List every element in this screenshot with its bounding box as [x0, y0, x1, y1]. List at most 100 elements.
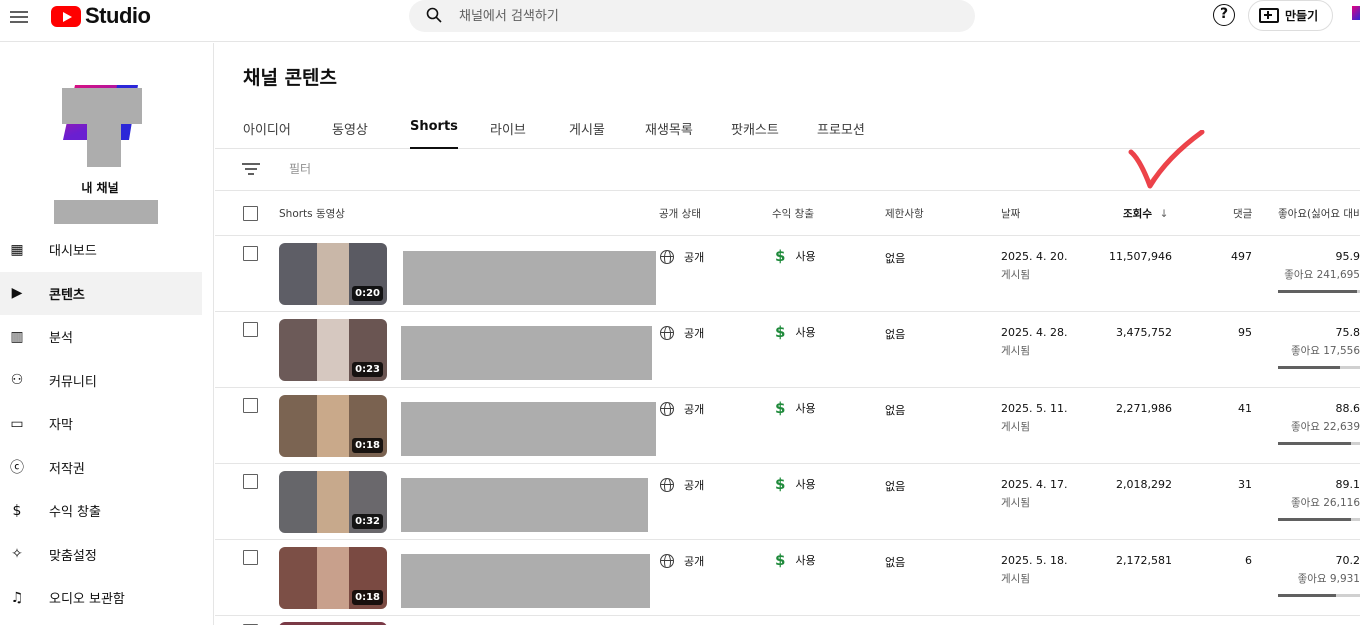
table-row[interactable]: 0:23 공개 $ 사용 없음 2025. 4. 28. 게시됨 3,475,752 95 75.…	[215, 312, 1360, 388]
studio-logo[interactable]: Studio	[51, 3, 151, 29]
filter-icon[interactable]	[242, 163, 260, 177]
account-avatar[interactable]	[1352, 6, 1360, 20]
search-icon[interactable]	[426, 7, 442, 23]
tab[interactable]: Shorts	[410, 119, 458, 149]
table-row[interactable]: 0:20 공개 $ 사용 없음 2025. 4. 20. 게시됨 11,507,946 497 9…	[215, 236, 1360, 312]
video-title-redacted[interactable]	[401, 478, 648, 532]
menu-icon[interactable]	[10, 8, 28, 24]
date-label: 2025. 4. 20.	[1001, 250, 1068, 263]
table-row[interactable]: 0:18 공개 $ 사용 없음 2025. 5. 11. 게시됨 2,271,986 41 88.…	[215, 388, 1360, 464]
restrictions-label: 없음	[885, 252, 906, 265]
create-button[interactable]: 만들기	[1248, 0, 1333, 31]
column-header-monetization[interactable]: 수익 창출	[772, 206, 814, 221]
table-row[interactable]	[215, 616, 1360, 625]
views-count: 2,271,986	[1116, 402, 1172, 415]
column-header-video[interactable]: Shorts 동영상	[279, 206, 345, 221]
date-label: 2025. 5. 11.	[1001, 402, 1068, 415]
column-header-visibility[interactable]: 공개 상태	[659, 206, 701, 221]
sidebar-nav: ▦ 대시보드 ▶ 콘텐츠 ▥ 분석 ⚇ 커뮤니티 ▭ 자막 ⓒ 저작권 $ 수익 창출 ✧ 맞춤설정 ♫ 오디오 …	[0, 228, 214, 620]
video-thumbnail[interactable]: 0:18	[279, 395, 387, 457]
video-thumbnail[interactable]: 0:18	[279, 547, 387, 609]
monetization-label: 사용	[795, 554, 816, 567]
video-title-redacted[interactable]	[401, 326, 652, 380]
monetization-cell[interactable]: $ 사용	[775, 247, 816, 265]
comments-count[interactable]: 31	[1215, 478, 1252, 491]
dollar-icon: $	[775, 399, 786, 417]
search-box[interactable]	[409, 0, 975, 32]
comments-count[interactable]: 497	[1215, 250, 1252, 263]
visibility-cell[interactable]: 공개	[660, 477, 704, 493]
row-checkbox[interactable]	[243, 550, 258, 565]
sort-desc-icon: ↓	[1159, 208, 1169, 220]
visibility-label: 공개	[684, 251, 705, 264]
comments-count[interactable]: 6	[1215, 554, 1252, 567]
monetization-cell[interactable]: $ 사용	[775, 323, 816, 341]
date-label: 2025. 5. 18.	[1001, 554, 1068, 567]
copyright-icon: ⓒ	[10, 460, 24, 477]
comments-count[interactable]: 41	[1215, 402, 1252, 415]
sidebar-item[interactable]: ✧ 맞춤설정	[0, 533, 202, 577]
globe-icon	[660, 554, 674, 568]
sidebar-item[interactable]: ♫ 오디오 보관함	[0, 576, 202, 620]
duration-badge: 0:18	[352, 438, 383, 453]
date-label: 2025. 4. 28.	[1001, 326, 1068, 339]
sidebar-item-label: 분석	[49, 331, 73, 347]
monetization-cell[interactable]: $ 사용	[775, 399, 816, 417]
sidebar-item[interactable]: ▭ 자막	[0, 402, 202, 446]
column-header-comments[interactable]: 댓글	[1233, 206, 1252, 221]
row-checkbox[interactable]	[243, 398, 258, 413]
row-checkbox[interactable]	[243, 322, 258, 337]
sidebar-item[interactable]: ▥ 분석	[0, 315, 202, 359]
select-all-checkbox[interactable]	[243, 206, 258, 221]
thumbnail-blur-left	[279, 319, 317, 381]
column-header-date[interactable]: 날짜	[1001, 206, 1020, 221]
thumbnail-image	[317, 471, 349, 533]
dollar-icon: $	[775, 323, 786, 341]
tab[interactable]: 게시물	[569, 119, 605, 149]
monetization-cell[interactable]: $ 사용	[775, 475, 816, 493]
filter-input[interactable]	[289, 162, 589, 176]
monetization-cell[interactable]: $ 사용	[775, 551, 816, 569]
sidebar-item-label: 콘텐츠	[49, 287, 85, 303]
monetization-icon: $	[12, 502, 22, 519]
content-icon: ▶	[11, 285, 23, 302]
video-thumbnail[interactable]: 0:23	[279, 319, 387, 381]
sidebar-item[interactable]: ⓒ 저작권	[0, 446, 202, 490]
comments-count[interactable]: 95	[1215, 326, 1252, 339]
likes-ratio-fill	[1278, 290, 1357, 293]
sidebar-item[interactable]: ⚇ 커뮤니티	[0, 359, 202, 403]
table-row[interactable]: 0:32 공개 $ 사용 없음 2025. 4. 17. 게시됨 2,018,292 31 89.…	[215, 464, 1360, 540]
logo-text: Studio	[85, 3, 151, 28]
table-row[interactable]: 0:18 공개 $ 사용 없음 2025. 5. 18. 게시됨 2,172,581 6 70.2…	[215, 540, 1360, 616]
tab[interactable]: 프로모션	[817, 119, 865, 149]
visibility-cell[interactable]: 공개	[660, 401, 704, 417]
tab[interactable]: 아이디어	[243, 119, 291, 149]
tab[interactable]: 재생목록	[645, 119, 693, 149]
row-checkbox[interactable]	[243, 474, 258, 489]
channel-avatar[interactable]	[60, 85, 142, 167]
video-title-redacted[interactable]	[401, 402, 656, 456]
sidebar-item[interactable]: ▦ 대시보드	[0, 228, 202, 272]
row-checkbox[interactable]	[243, 246, 258, 261]
sidebar-item[interactable]: $ 수익 창출	[0, 489, 202, 533]
search-input[interactable]	[459, 0, 959, 32]
visibility-cell[interactable]: 공개	[660, 553, 704, 569]
column-header-restrictions[interactable]: 제한사항	[885, 206, 924, 221]
column-header-likes[interactable]: 좋아요(싫어요 대비	[1278, 206, 1360, 221]
customization-icon: ✧	[11, 546, 23, 563]
likes-ratio-bar	[1278, 290, 1360, 293]
thumbnail-blur-left	[279, 243, 317, 305]
globe-icon	[660, 250, 674, 264]
video-title-redacted[interactable]	[401, 554, 650, 608]
tab[interactable]: 팟캐스트	[731, 119, 779, 149]
tab[interactable]: 동영상	[332, 119, 368, 149]
help-icon[interactable]: ?	[1213, 4, 1235, 26]
visibility-cell[interactable]: 공개	[660, 249, 704, 265]
video-thumbnail[interactable]: 0:32	[279, 471, 387, 533]
tab[interactable]: 라이브	[490, 119, 526, 149]
video-thumbnail[interactable]: 0:20	[279, 243, 387, 305]
visibility-cell[interactable]: 공개	[660, 325, 704, 341]
column-header-views[interactable]: 조회수 ↓	[1123, 206, 1168, 221]
sidebar-item[interactable]: ▶ 콘텐츠	[0, 271, 202, 315]
video-title-redacted[interactable]	[403, 251, 656, 305]
